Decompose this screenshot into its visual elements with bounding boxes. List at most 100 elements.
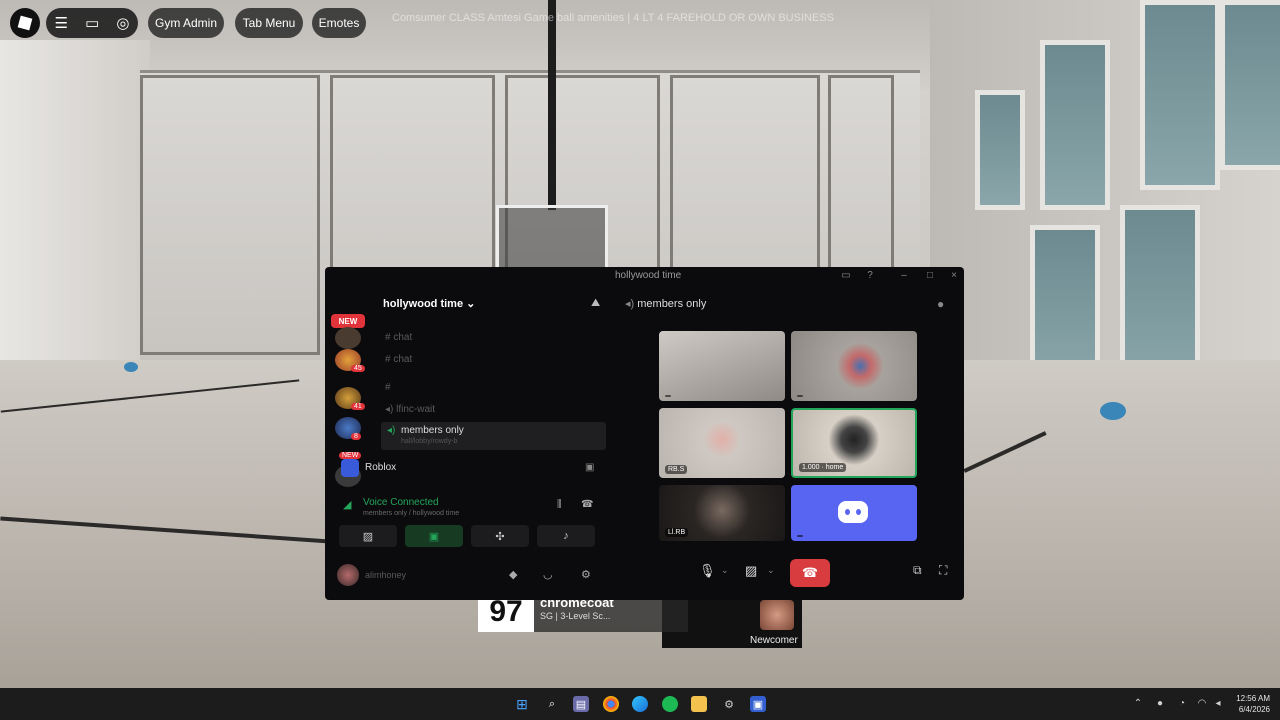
chrome-icon[interactable] [603, 696, 619, 712]
hoop-pole [548, 0, 556, 210]
maximize-icon[interactable]: □ [925, 271, 935, 281]
user-panel: alimhoney ◆ ◡ ⚙ [337, 563, 607, 589]
chat-icon[interactable]: ▭ [85, 14, 99, 32]
disconnect-icon[interactable]: ☎ [581, 499, 593, 510]
chevron-down-icon[interactable]: ⌄ [721, 565, 729, 576]
chat-bubble-icon[interactable]: ● [937, 297, 944, 311]
roblox-logo-icon[interactable] [10, 8, 40, 38]
channel-label: lfinc-wait [396, 404, 436, 415]
mention-badge: 8 [351, 433, 361, 440]
edge-icon[interactable] [632, 696, 648, 712]
new-badge: NEW [331, 314, 365, 328]
help-icon[interactable]: ? [865, 271, 875, 281]
mention-badge: 41 [351, 403, 365, 410]
gym-admin-button[interactable]: Gym Admin [148, 8, 224, 38]
tile-label: RB.S [665, 465, 688, 474]
activities-button[interactable]: ✣ [471, 525, 529, 547]
phone-hangup-icon: ☎ [801, 565, 819, 580]
screen-share-button[interactable]: ▣ [405, 525, 463, 547]
channel-item[interactable]: # chat [385, 332, 412, 343]
voice-status[interactable]: Voice Connected [363, 497, 439, 508]
fullscreen-icon[interactable]: ⛶ [939, 563, 947, 578]
activity-icon[interactable]: ▣ [585, 462, 594, 473]
activity-label: Roblox [365, 462, 397, 473]
title-bar[interactable]: hollywood time ▭ ? – □ × [325, 267, 964, 287]
gym-wall-left [0, 40, 150, 370]
add-member-icon[interactable]: ⛰ [591, 297, 600, 310]
volume-icon[interactable]: ◂ [1212, 698, 1224, 710]
spotify-icon[interactable] [662, 696, 678, 712]
basketball [124, 362, 138, 372]
mic-icon[interactable]: ◆ [509, 568, 517, 581]
noise-suppression-icon[interactable]: ⫼ [557, 499, 562, 510]
search-icon[interactable]: ⌕ [544, 696, 560, 712]
hang-up-button[interactable]: ☎ [790, 559, 830, 587]
video-tile[interactable] [791, 485, 917, 541]
tray-overflow-icon[interactable]: ⌃ [1132, 698, 1144, 710]
server-icon[interactable] [335, 327, 361, 349]
channel-label: chat [393, 332, 413, 343]
voice-call-header: ◂) members only [625, 297, 706, 310]
server-name[interactable]: hollywood time ⌄ [383, 297, 475, 310]
building-window [1220, 0, 1280, 170]
video-tile[interactable] [791, 331, 917, 401]
emote-wheel-icon[interactable]: ◎ [116, 14, 129, 32]
windows-taskbar: ⊞ ⌕ ▤ ⚙ ▣ ⌃ ● ◔ ◠ ◂ 12:56 AM 6/4/2026 [0, 688, 1280, 720]
soundboard-icon: ♪ [563, 530, 569, 542]
mic-tray-icon[interactable]: ● [1154, 698, 1166, 710]
headphones-icon[interactable]: ◡ [543, 568, 553, 581]
settings-icon[interactable]: ⚙ [721, 696, 737, 712]
video-tile[interactable]: Ll.RB [659, 485, 785, 541]
camera-off-icon: ▨ [362, 530, 374, 543]
game-info-text: Comsumer CLASS Amtesi Game ball amenitie… [392, 12, 834, 24]
building-window [1040, 40, 1110, 210]
video-tile[interactable] [659, 331, 785, 401]
avatar[interactable] [337, 564, 359, 586]
voice-channel-active[interactable]: ◂) members only hall/lobby/rowdy-b [381, 422, 606, 450]
voice-call-title: members only [637, 298, 707, 310]
tab-menu-button[interactable]: Tab Menu [235, 8, 303, 38]
tile-label: 1.000 · home [799, 463, 847, 472]
inbox-icon[interactable]: ▭ [841, 271, 851, 281]
basketball-backboard [496, 205, 608, 275]
mic-icon[interactable]: 🎙 [699, 563, 716, 579]
channel-item[interactable]: # chat [385, 354, 412, 365]
windows-start-icon[interactable]: ⊞ [514, 696, 530, 712]
emotes-button[interactable]: Emotes [312, 8, 366, 38]
voice-sub: members only / hollywood time [363, 510, 460, 517]
video-button[interactable]: ▨ [339, 525, 397, 547]
discord-overlay-window[interactable]: hollywood time ▭ ? – □ × NEW 45 41 8 NEW… [325, 267, 964, 600]
file-explorer-icon[interactable] [691, 696, 707, 712]
task-view-icon[interactable]: ▤ [573, 696, 589, 712]
popout-icon[interactable]: ⧉ [913, 563, 922, 578]
signal-icon: ◢ [343, 499, 352, 511]
minimize-icon[interactable]: – [899, 271, 909, 281]
wifi-icon[interactable]: ◠ [1196, 698, 1208, 710]
close-icon[interactable]: × [949, 271, 959, 281]
network-icon[interactable]: ◔ [1176, 698, 1188, 710]
voice-channel-item[interactable]: ◂) lfinc-wait [385, 404, 435, 415]
clock-time: 12:56 AM [1236, 694, 1270, 703]
activity-row[interactable]: Roblox ▣ [341, 459, 603, 479]
soundboard-button[interactable]: ♪ [537, 525, 595, 547]
player-subtitle: SG | 3-Level Sc... [540, 611, 611, 621]
system-clock[interactable]: 12:56 AM 6/4/2026 [1228, 693, 1270, 715]
chevron-down-icon: ⌄ [466, 298, 476, 310]
channel-item[interactable]: # [385, 382, 391, 393]
video-tile[interactable]: RB.S [659, 408, 785, 478]
channel-label: chat [393, 354, 413, 365]
video-tile-speaking[interactable]: 1.000 · home [791, 408, 917, 478]
hamburger-icon[interactable]: ☰ [55, 14, 68, 32]
channel-label: members only [401, 425, 464, 436]
building-window [1140, 0, 1220, 190]
chevron-down-icon[interactable]: ⌄ [767, 565, 775, 576]
gear-icon[interactable]: ⚙ [581, 568, 591, 581]
roblox-icon[interactable]: ▣ [750, 696, 766, 712]
roblox-menu-group: ☰ ▭ ◎ [46, 8, 138, 38]
window-title: hollywood time [615, 270, 682, 281]
screen-share-icon: ▣ [428, 530, 440, 543]
roblox-app-icon [341, 459, 359, 477]
newcomer-avatar [760, 600, 794, 630]
channel-sub: hall/lobby/rowdy-b [401, 438, 458, 445]
camera-off-icon[interactable]: ▨ [745, 563, 757, 579]
